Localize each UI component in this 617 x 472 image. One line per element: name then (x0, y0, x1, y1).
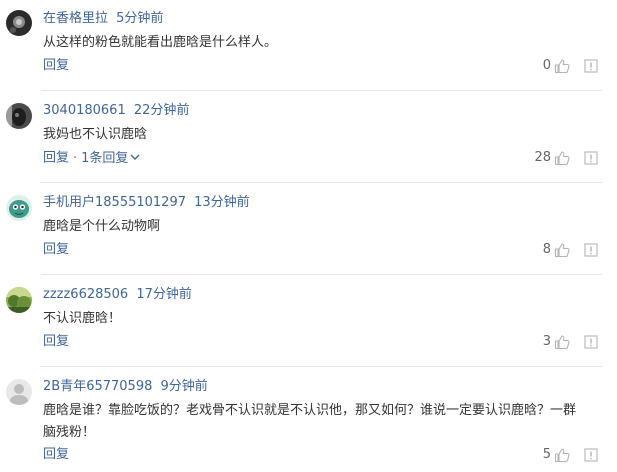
replies-count-label: 1条回复 (81, 150, 129, 166)
separator-dot: · (73, 150, 78, 166)
user-avatar[interactable] (6, 103, 32, 129)
comment-item: 3040180661 22分钟前 我妈也不认识鹿晗 回复 · 1条回复 28 (0, 91, 617, 182)
timestamp: 13分钟前 (194, 195, 250, 210)
timestamp: 9分钟前 (160, 379, 208, 394)
reply-button[interactable]: 回复 (43, 242, 69, 257)
view-replies-link[interactable]: 1条回复 (81, 151, 140, 166)
user-avatar[interactable] (6, 10, 32, 36)
comment-text: 鹿晗是个什么动物啊 (43, 219, 161, 234)
report-icon[interactable] (583, 150, 599, 166)
comment-text: 鹿晗是谁？靠脸吃饭的？老戏骨不认识就是不认识他，那又如何？谁说一定要认识鹿晗？一… (43, 403, 577, 440)
username[interactable]: 在香格里拉 (43, 11, 108, 26)
reply-button[interactable]: 回复 (43, 151, 69, 166)
reply-button[interactable]: 回复 (43, 58, 69, 73)
chevron-down-icon (130, 149, 140, 167)
user-avatar[interactable] (6, 379, 32, 405)
user-avatar[interactable] (6, 287, 32, 313)
username[interactable]: 手机用户18555101297 (43, 195, 186, 210)
report-icon[interactable] (583, 242, 599, 258)
like-count: 5 (542, 447, 551, 462)
comment-item: 2B青年65770598 9分钟前 鹿晗是谁？靠脸吃饭的？老戏骨不认识就是不认识… (0, 367, 617, 472)
reply-button[interactable]: 回复 (43, 447, 69, 462)
thumbs-up-icon[interactable] (554, 242, 570, 258)
username[interactable]: zzzz6628506 (43, 287, 128, 302)
report-icon[interactable] (583, 58, 599, 74)
timestamp: 17分钟前 (136, 287, 192, 302)
comment-text: 我妈也不认识鹿晗 (43, 127, 148, 142)
like-count: 28 (534, 150, 551, 165)
like-count: 3 (542, 334, 551, 349)
username[interactable]: 2B青年65770598 (43, 379, 152, 394)
username[interactable]: 3040180661 (43, 103, 126, 118)
thumbs-up-icon[interactable] (554, 150, 570, 166)
user-avatar[interactable] (6, 195, 32, 221)
reply-button[interactable]: 回复 (43, 334, 69, 349)
thumbs-up-icon[interactable] (554, 447, 570, 463)
comment-item: 在香格里拉 5分钟前 从这样的粉色就能看出鹿晗是什么样人。 回复 0 (0, 0, 617, 90)
thumbs-up-icon[interactable] (554, 58, 570, 74)
comment-text: 从这样的粉色就能看出鹿晗是什么样人。 (43, 35, 278, 50)
comment-text: 不认识鹿晗！ (43, 311, 122, 326)
like-count: 0 (542, 58, 551, 73)
like-count: 8 (542, 242, 551, 257)
comment-item: 手机用户18555101297 13分钟前 鹿晗是个什么动物啊 回复 8 (0, 183, 617, 274)
comment-item: zzzz6628506 17分钟前 不认识鹿晗！ 回复 3 (0, 275, 617, 366)
report-icon[interactable] (583, 447, 599, 463)
comment-list: 在香格里拉 5分钟前 从这样的粉色就能看出鹿晗是什么样人。 回复 0 30401… (0, 0, 617, 472)
thumbs-up-icon[interactable] (554, 334, 570, 350)
report-icon[interactable] (583, 334, 599, 350)
timestamp: 5分钟前 (116, 11, 164, 26)
timestamp: 22分钟前 (133, 103, 190, 118)
